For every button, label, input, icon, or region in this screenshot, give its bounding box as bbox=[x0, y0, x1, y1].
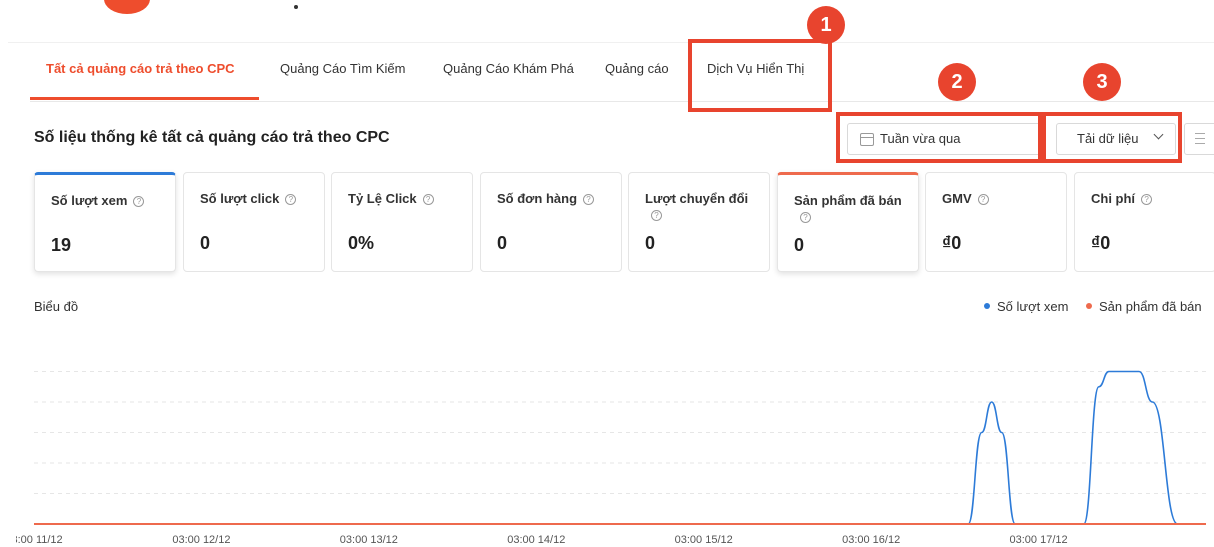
x-tick-label: 03:00 12/12 bbox=[172, 534, 230, 546]
metric-value: 0 bbox=[497, 233, 508, 253]
tab-ads[interactable]: Quảng cáo bbox=[605, 61, 669, 76]
metric-label: Sản phẩm đã bán bbox=[794, 193, 902, 208]
metric-card-conversions[interactable]: Lượt chuyển đổi? 0 bbox=[628, 172, 770, 272]
help-icon[interactable]: ? bbox=[583, 194, 595, 205]
chart-title: Biểu đồ bbox=[34, 299, 79, 314]
tab-search-ads[interactable]: Quảng Cáo Tìm Kiếm bbox=[280, 61, 405, 76]
help-icon[interactable]: ? bbox=[133, 196, 145, 207]
x-tick-label: 03:00 13/12 bbox=[340, 534, 398, 546]
annotation-box-1 bbox=[688, 39, 832, 112]
legend-dot-icon bbox=[984, 303, 990, 309]
annotation-number-1: 1 bbox=[807, 6, 845, 44]
legend-item-products-sold[interactable]: Sản phẩm đã bán bbox=[1086, 299, 1202, 314]
active-tab-indicator bbox=[30, 97, 259, 100]
top-strip bbox=[0, 0, 1214, 42]
metric-value: ₫0 bbox=[942, 233, 962, 253]
ads-statistics-panel: Tất cả quảng cáo trả theo CPC Quảng Cáo … bbox=[8, 6, 1214, 547]
metric-label: Số lượt xem bbox=[51, 193, 128, 208]
metric-card-products-sold[interactable]: Sản phẩm đã bán? 0 bbox=[777, 172, 919, 272]
x-tick-label: 03:00 14/12 bbox=[507, 534, 565, 546]
metric-card-gmv[interactable]: GMV? ₫0 bbox=[925, 172, 1067, 272]
x-tick-label: 03:00 16/12 bbox=[842, 534, 900, 546]
legend-label: Sản phẩm đã bán bbox=[1099, 299, 1202, 314]
metric-label: Tỷ Lệ Click bbox=[348, 191, 417, 206]
line-chart: 03:00 11/12 03:00 12/12 03:00 13/12 03:00 1… bbox=[16, 370, 1206, 546]
metric-value: 0 bbox=[200, 233, 211, 253]
help-icon[interactable]: ? bbox=[285, 194, 297, 205]
metric-card-ctr[interactable]: Tỷ Lệ Click? 0% bbox=[331, 172, 473, 272]
legend-dot-icon bbox=[1086, 303, 1092, 309]
metric-value: ₫0 bbox=[1091, 233, 1111, 253]
annotation-dot bbox=[294, 5, 298, 9]
metric-label: Lượt chuyển đổi bbox=[645, 191, 749, 206]
metric-card-cost[interactable]: Chi phí? ₫0 bbox=[1074, 172, 1214, 272]
metric-label: GMV bbox=[942, 191, 972, 206]
legend-label: Số lượt xem bbox=[997, 299, 1069, 314]
metric-label: Số đơn hàng bbox=[497, 191, 578, 206]
metric-label: Số lượt click bbox=[200, 191, 280, 206]
metric-card-views[interactable]: Số lượt xem? 19 bbox=[34, 172, 176, 272]
help-icon[interactable]: ? bbox=[1141, 194, 1153, 205]
x-tick-label: 03:00 11/12 bbox=[16, 534, 63, 546]
metric-value: 19 bbox=[51, 235, 72, 255]
x-tick-label: 03:00 17/12 bbox=[1010, 534, 1068, 546]
help-icon[interactable]: ? bbox=[800, 212, 811, 223]
series-line-views bbox=[34, 370, 1179, 525]
help-icon[interactable]: ? bbox=[422, 194, 434, 205]
metric-value: 0 bbox=[794, 235, 805, 255]
page-title: Số liệu thống kê tất cả quảng cáo trả th… bbox=[34, 129, 390, 146]
tab-discovery-ads[interactable]: Quảng Cáo Khám Phá bbox=[443, 61, 574, 76]
annotation-marker-partial bbox=[104, 0, 150, 14]
metric-value: 0% bbox=[348, 233, 375, 253]
metric-label: Chi phí bbox=[1091, 191, 1136, 206]
ad-type-tabs: Tất cả quảng cáo trả theo CPC Quảng Cáo … bbox=[30, 43, 1214, 102]
help-icon[interactable]: ? bbox=[977, 194, 989, 205]
metric-card-clicks[interactable]: Số lượt click? 0 bbox=[183, 172, 325, 272]
tab-all-cpc-ads[interactable]: Tất cả quảng cáo trả theo CPC bbox=[46, 61, 235, 76]
list-view-button[interactable] bbox=[1184, 123, 1214, 155]
help-icon[interactable]: ? bbox=[651, 210, 662, 221]
annotation-number-2: 2 bbox=[938, 63, 976, 101]
legend-item-views[interactable]: Số lượt xem bbox=[984, 299, 1068, 314]
metric-value: 0 bbox=[645, 233, 656, 253]
annotation-box-3 bbox=[1042, 112, 1182, 163]
annotation-number-3: 3 bbox=[1083, 63, 1121, 101]
metric-card-orders[interactable]: Số đơn hàng? 0 bbox=[480, 172, 622, 272]
annotation-box-2 bbox=[836, 112, 1042, 163]
list-icon bbox=[1195, 133, 1205, 134]
x-tick-label: 03:00 15/12 bbox=[675, 534, 733, 546]
